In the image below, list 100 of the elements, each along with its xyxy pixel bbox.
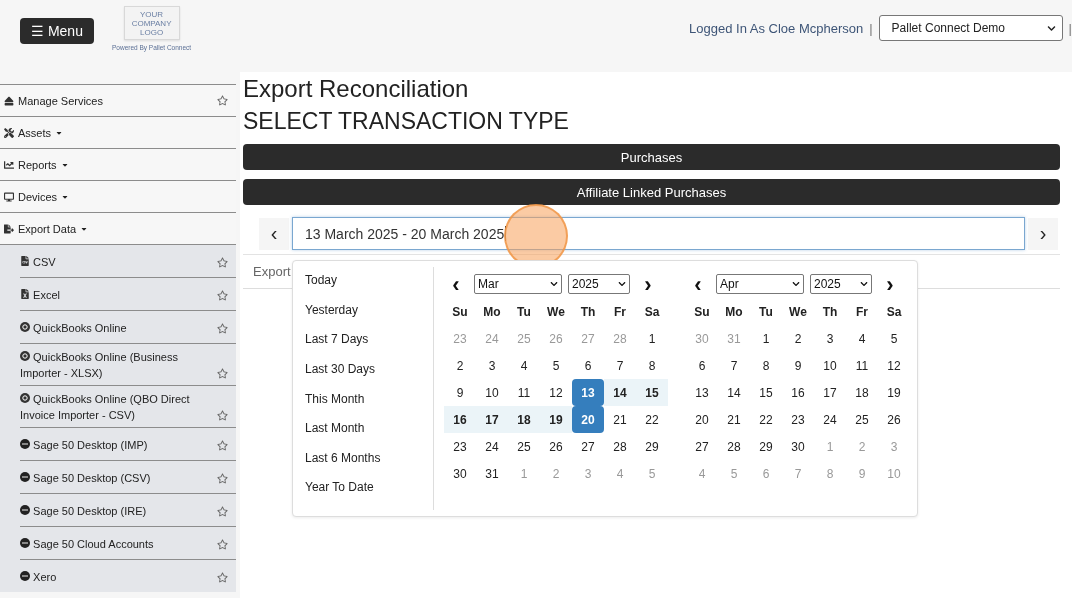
calendar-day[interactable]: 24 [814,406,846,433]
calendar-day[interactable]: 8 [750,352,782,379]
year-select[interactable]: 2025 [810,274,872,294]
calendar-day[interactable]: 18 [846,379,878,406]
star-icon[interactable] [217,322,228,334]
calendar-day[interactable]: 7 [718,352,750,379]
calendar-day[interactable]: 26 [540,433,572,460]
calendar-day[interactable]: 15 [750,379,782,406]
calendar-day[interactable]: 8 [636,352,668,379]
transaction-type-button[interactable]: Purchases [243,144,1060,170]
calendar-day[interactable]: 16 [782,379,814,406]
calendar-day[interactable]: 11 [846,352,878,379]
calendar-day[interactable]: 14 [718,379,750,406]
previous-month-button[interactable]: ‹ [444,272,468,296]
calendar-day[interactable]: 23 [444,433,476,460]
calendar-day[interactable]: 29 [636,433,668,460]
separator: | [869,20,873,36]
month-select[interactable]: Mar [474,274,562,294]
range-option[interactable]: Year To Date [305,480,433,510]
calendar-day[interactable]: 23 [782,406,814,433]
calendar-day[interactable]: 16 [444,406,476,433]
calendar-day[interactable]: 5 [878,325,910,352]
calendar-day[interactable]: 17 [814,379,846,406]
star-icon[interactable] [217,571,228,583]
calendar-day[interactable]: 24 [476,433,508,460]
calendar-day[interactable]: 3 [476,352,508,379]
weekday-label: Sa [885,304,903,321]
calendar-day[interactable]: 29 [750,433,782,460]
range-option[interactable]: Today [305,273,433,303]
calendar-day[interactable]: 2 [444,352,476,379]
range-option[interactable]: Last Month [305,421,433,451]
calendar-day[interactable]: 27 [572,433,604,460]
range-option[interactable]: This Month [305,391,433,422]
calendar-day[interactable]: 13 [686,379,718,406]
star-icon[interactable] [217,410,228,421]
calendar-day[interactable]: 1 [636,325,668,352]
calendar-day[interactable]: 25 [508,433,540,460]
calendar-day[interactable]: 21 [718,406,750,433]
calendar-day[interactable]: 30 [782,433,814,460]
previous-month-button[interactable]: ‹ [686,272,710,296]
calendar-day[interactable]: 30 [444,460,476,487]
calendar-day[interactable]: 26 [878,406,910,433]
calendar-day[interactable]: 15 [636,379,668,406]
calendar-day[interactable]: 27 [686,433,718,460]
calendar-day[interactable]: 10 [476,379,508,406]
star-icon[interactable] [217,289,228,301]
calendar-day[interactable]: 6 [686,352,718,379]
calendar-day[interactable]: 21 [604,406,636,433]
calendar-day[interactable]: 14 [604,379,636,406]
star-icon[interactable] [217,538,228,550]
weekday-label: Th [821,304,839,321]
calendar-day[interactable]: 4 [508,352,540,379]
star-icon[interactable] [217,439,228,451]
previous-range-button[interactable]: ‹ [259,217,289,250]
calendar-day[interactable]: 6 [572,352,604,379]
calendar-day[interactable]: 31 [476,460,508,487]
calendar-day[interactable]: 19 [878,379,910,406]
calendar-day[interactable]: 7 [604,352,636,379]
month-select[interactable]: Apr [716,274,804,294]
range-option[interactable]: Last 30 Days [305,361,433,392]
calendar-day[interactable]: 19 [540,406,572,433]
star-icon[interactable] [217,256,228,268]
calendar-day[interactable]: 25 [846,406,878,433]
star-icon[interactable] [217,505,228,517]
star-icon[interactable] [217,472,228,484]
calendar-day[interactable]: 4 [846,325,878,352]
year-select[interactable]: 2025 [568,274,630,294]
calendar-day[interactable]: 12 [540,379,572,406]
range-option[interactable]: Last 6 Months [305,450,433,481]
calendar-day[interactable]: 3 [814,325,846,352]
calendar-day[interactable]: 12 [878,352,910,379]
next-range-button[interactable]: › [1028,217,1058,250]
tab-label[interactable]: Export [253,264,291,279]
calendar-day[interactable]: 22 [750,406,782,433]
calendar-day[interactable]: 13 [572,379,604,406]
date-range-field[interactable]: 13 March 2025 - 20 March 2025 [292,217,1025,250]
transaction-type-button[interactable]: Affiliate Linked Purchases [243,179,1060,205]
next-month-button[interactable]: › [878,272,902,296]
star-icon[interactable] [217,368,228,379]
calendar-day[interactable]: 20 [572,406,604,433]
calendar-day[interactable]: 28 [718,433,750,460]
calendar-day[interactable]: 28 [604,433,636,460]
calendar-day[interactable]: 9 [782,352,814,379]
company-select[interactable]: Pallet Connect Demo [878,15,1063,41]
menu-button[interactable]: ☰ Menu [20,18,94,44]
star-icon[interactable] [217,95,228,106]
calendar-day[interactable]: 9 [444,379,476,406]
calendar-day[interactable]: 17 [476,406,508,433]
calendar-day[interactable]: 11 [508,379,540,406]
calendar-day[interactable]: 18 [508,406,540,433]
weekday-label: Fr [855,304,869,321]
range-option[interactable]: Last 7 Days [305,332,433,362]
calendar-day[interactable]: 22 [636,406,668,433]
next-month-button[interactable]: › [636,272,660,296]
calendar-day[interactable]: 1 [750,325,782,352]
calendar-day[interactable]: 5 [540,352,572,379]
calendar-day[interactable]: 10 [814,352,846,379]
calendar-day[interactable]: 2 [782,325,814,352]
calendar-day[interactable]: 20 [686,406,718,433]
range-option[interactable]: Yesterday [305,302,433,333]
